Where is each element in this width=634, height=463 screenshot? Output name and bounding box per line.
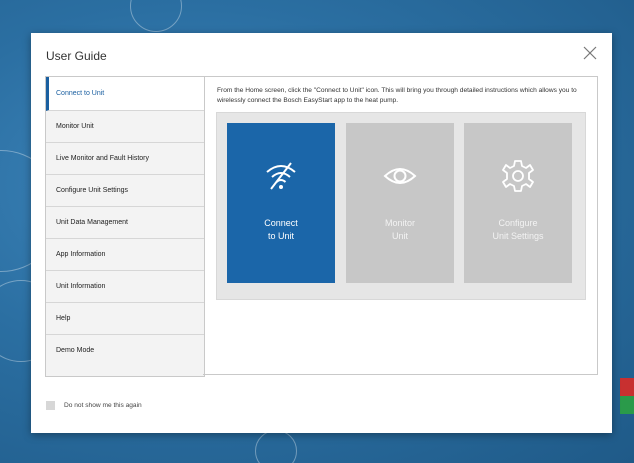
sidebar-item-help[interactable]: Help bbox=[46, 303, 204, 335]
eye-icon bbox=[383, 161, 417, 195]
background-decoration bbox=[255, 430, 297, 463]
user-guide-dialog: User Guide Connect to Unit Monitor Unit … bbox=[31, 33, 612, 433]
do-not-show-again-label[interactable]: Do not show me this again bbox=[64, 402, 142, 409]
tile-monitor-unit: Monitor Unit bbox=[346, 123, 454, 283]
tile-label-line2: to Unit bbox=[267, 231, 294, 241]
guide-sidebar: Connect to Unit Monitor Unit Live Monito… bbox=[45, 76, 205, 377]
dialog-title: User Guide bbox=[46, 49, 107, 63]
sidebar-item-connect-to-unit[interactable]: Connect to Unit bbox=[46, 77, 204, 111]
sidebar-item-app-information[interactable]: App Information bbox=[46, 239, 204, 271]
close-icon[interactable] bbox=[582, 45, 598, 61]
do-not-show-again-checkbox[interactable] bbox=[46, 401, 55, 410]
tile-label-line2: Unit Settings bbox=[492, 231, 544, 241]
wifi-icon bbox=[264, 161, 298, 195]
do-not-show-again-row: Do not show me this again bbox=[46, 401, 142, 410]
gear-icon bbox=[500, 160, 536, 198]
sidebar-item-configure-unit-settings[interactable]: Configure Unit Settings bbox=[46, 175, 204, 207]
sidebar-item-demo-mode[interactable]: Demo Mode bbox=[46, 335, 204, 367]
sidebar-item-monitor-unit[interactable]: Monitor Unit bbox=[46, 111, 204, 143]
background-decoration bbox=[130, 0, 182, 32]
guide-content: From the Home screen, click the "Connect… bbox=[203, 76, 598, 375]
tile-label-line1: Configure bbox=[498, 218, 538, 228]
tile-label-line1: Monitor bbox=[384, 218, 415, 228]
sidebar-item-unit-data-management[interactable]: Unit Data Management bbox=[46, 207, 204, 239]
tile-label: Monitor Unit bbox=[346, 217, 454, 243]
guide-description: From the Home screen, click the "Connect… bbox=[217, 87, 577, 104]
sidebar-item-live-monitor[interactable]: Live Monitor and Fault History bbox=[46, 143, 204, 175]
tile-label-line2: Unit bbox=[391, 231, 408, 241]
tile-configure-unit-settings: Configure Unit Settings bbox=[464, 123, 572, 283]
tile-label: Connect to Unit bbox=[227, 217, 335, 243]
home-screen-preview: Connect to Unit Monitor Unit Configure U… bbox=[216, 112, 586, 300]
background-edge-green bbox=[620, 396, 634, 414]
tile-label: Configure Unit Settings bbox=[464, 217, 572, 243]
sidebar-item-unit-information[interactable]: Unit Information bbox=[46, 271, 204, 303]
background-edge-red bbox=[620, 378, 634, 396]
tile-connect-to-unit: Connect to Unit bbox=[227, 123, 335, 283]
tile-label-line1: Connect bbox=[264, 218, 298, 228]
